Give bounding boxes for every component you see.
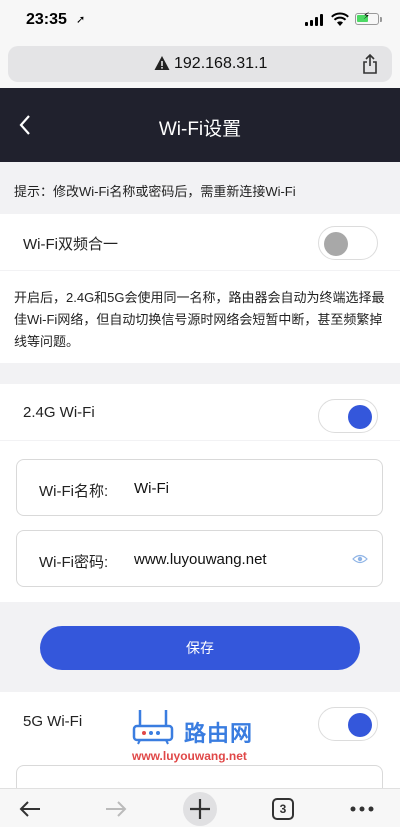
wifi-status-icon bbox=[331, 12, 349, 26]
wifi-name-label: Wi-Fi名称: bbox=[39, 483, 109, 500]
share-icon[interactable] bbox=[361, 53, 379, 75]
watermark-brand: 路由网 bbox=[184, 721, 254, 746]
address-bar[interactable]: 192.168.31.1 bbox=[8, 46, 392, 82]
band-5g-label: 5G Wi-Fi bbox=[23, 713, 83, 730]
browser-toolbar: 3 bbox=[0, 788, 400, 827]
address-url: 192.168.31.1 bbox=[174, 55, 268, 72]
battery-icon: ⚡ bbox=[355, 11, 379, 25]
forward-arrow-icon[interactable] bbox=[102, 795, 130, 823]
nav-header: Wi-Fi设置 bbox=[0, 88, 400, 162]
band-24g-row: 2.4G Wi-Fi bbox=[0, 384, 400, 440]
wifi-password-value: www.luyouwang.net bbox=[134, 551, 267, 568]
tabs-button[interactable]: 3 bbox=[272, 798, 294, 820]
save-button[interactable]: 保存 bbox=[40, 626, 360, 670]
wifi-name-value: Wi-Fi bbox=[134, 480, 169, 497]
tip-text: 提示：修改Wi-Fi名称或密码后，需重新连接Wi-Fi bbox=[14, 184, 296, 199]
dual-band-description: 开启后，2.4G和5G会使用同一名称，路由器会自动为终端选择最佳Wi-Fi网络，… bbox=[14, 290, 385, 349]
status-time: 23:35 bbox=[26, 11, 67, 28]
dual-band-label: Wi-Fi双频合一 bbox=[23, 236, 118, 253]
wifi-password-field[interactable]: Wi-Fi密码: www.luyouwang.net bbox=[16, 530, 383, 587]
band-24g-toggle[interactable] bbox=[318, 399, 378, 433]
cellular-signal-icon bbox=[305, 14, 323, 26]
new-tab-plus-icon[interactable] bbox=[182, 791, 218, 827]
warning-icon bbox=[154, 56, 170, 70]
location-icon: ➚ bbox=[76, 14, 86, 26]
show-password-eye-icon[interactable] bbox=[352, 553, 368, 565]
band-24g-label: 2.4G Wi-Fi bbox=[23, 404, 95, 421]
back-arrow-icon[interactable] bbox=[16, 795, 44, 823]
wifi-password-label: Wi-Fi密码: bbox=[39, 554, 109, 571]
wifi-name-field[interactable]: Wi-Fi名称: Wi-Fi bbox=[16, 459, 383, 516]
band-5g-toggle[interactable] bbox=[318, 707, 378, 741]
status-bar: 23:35 ➚ ⚡ bbox=[0, 0, 400, 40]
page-title: Wi-Fi设置 bbox=[158, 119, 242, 140]
dual-band-toggle[interactable] bbox=[318, 226, 378, 260]
browser-address-area: 192.168.31.1 bbox=[0, 40, 400, 88]
more-menu-icon[interactable] bbox=[348, 795, 376, 823]
watermark-url: www.luyouwang.net bbox=[132, 749, 247, 763]
router-logo-icon bbox=[132, 710, 174, 745]
dual-band-row: Wi-Fi双频合一 bbox=[0, 214, 400, 270]
